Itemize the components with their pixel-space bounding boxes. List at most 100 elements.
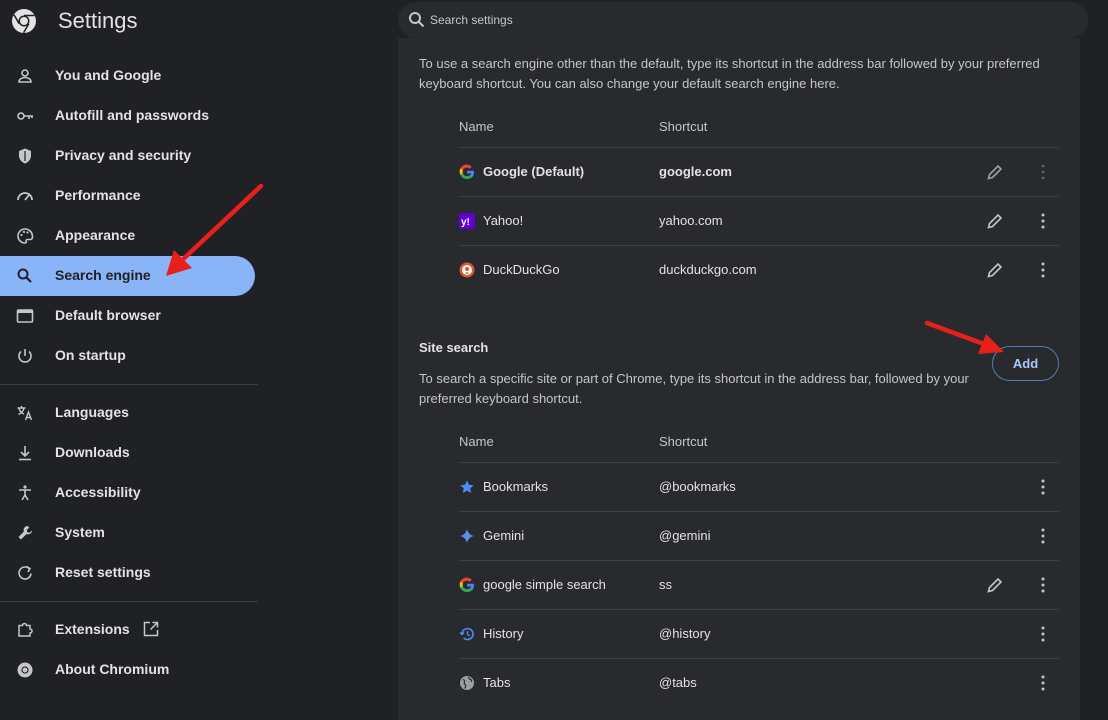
speedometer-icon (16, 187, 34, 205)
translate-icon (16, 404, 34, 422)
power-icon (16, 347, 34, 365)
more-vert-icon[interactable] (1035, 526, 1051, 546)
engine-shortcut: google.com (659, 164, 732, 179)
download-icon (16, 444, 34, 462)
site-search-name: Tabs (483, 675, 511, 690)
sidebar-item-you-and-google[interactable]: You and Google (0, 56, 255, 96)
open-in-new-icon (143, 621, 159, 637)
edit-pencil-icon[interactable] (985, 162, 1005, 182)
sidebar-item-label: Performance (55, 187, 141, 203)
site-search-row: google simple search ss (459, 560, 1059, 609)
search-engine-row: y! Yahoo! yahoo.com (459, 196, 1059, 245)
search-settings-box[interactable] (398, 2, 1088, 38)
sidebar-item-label: About Chromium (55, 661, 170, 677)
reset-icon (16, 564, 34, 582)
more-vert-icon[interactable] (1035, 162, 1051, 182)
sidebar-divider (0, 601, 258, 602)
google-icon (459, 577, 474, 593)
sidebar-item-languages[interactable]: Languages (0, 393, 255, 433)
site-search-row: Tabs @tabs (459, 658, 1059, 707)
sidebar-item-label: Reset settings (55, 564, 151, 580)
sidebar-item-label: Search engine (55, 267, 151, 283)
sidebar-item-label: Default browser (55, 307, 161, 323)
sidebar-item-label: You and Google (55, 67, 162, 83)
engine-name: Yahoo! (483, 213, 524, 228)
site-search-description: To search a specific site or part of Chr… (419, 371, 969, 406)
search-engines-description: To use a search engine other than the de… (419, 56, 1040, 91)
sidebar-item-default-browser[interactable]: Default browser (0, 296, 255, 336)
key-icon (16, 107, 34, 125)
sidebar-item-label: Downloads (55, 444, 130, 460)
sidebar-item-label: Privacy and security (55, 147, 192, 163)
sidebar-item-label: Accessibility (55, 484, 141, 500)
browser-window-icon (16, 307, 34, 325)
sidebar-item-label: On startup (55, 347, 126, 363)
site-search-row: History @history (459, 609, 1059, 658)
site-search-row: Gemini @gemini (459, 511, 1059, 560)
sidebar-item-autofill[interactable]: Autofill and passwords (0, 96, 255, 136)
search-engine-row: Google (Default) google.com (459, 147, 1059, 196)
search-engines-shortcut-header: Shortcut (659, 119, 708, 134)
history-icon (459, 627, 474, 641)
chromium-logo-icon (12, 9, 36, 34)
accessibility-icon (16, 484, 34, 502)
sidebar-item-about[interactable]: About Chromium (0, 650, 255, 690)
more-vert-icon[interactable] (1035, 211, 1051, 231)
search-icon (16, 267, 34, 285)
page-title: Settings (58, 8, 138, 33)
edit-pencil-icon[interactable] (985, 211, 1005, 231)
more-vert-icon[interactable] (1035, 673, 1051, 693)
add-site-search-button[interactable]: Add (992, 346, 1059, 381)
edit-pencil-icon[interactable] (985, 575, 1005, 595)
globe-icon (460, 676, 474, 690)
sidebar-item-performance[interactable]: Performance (0, 176, 255, 216)
sidebar-item-privacy[interactable]: Privacy and security (0, 136, 255, 176)
wrench-icon (16, 524, 34, 542)
more-vert-icon[interactable] (1035, 575, 1051, 595)
chromium-icon (16, 661, 34, 679)
sidebar-item-reset[interactable]: Reset settings (0, 553, 255, 593)
sidebar-item-appearance[interactable]: Appearance (0, 216, 255, 256)
site-search-shortcut: @bookmarks (659, 479, 736, 494)
search-icon (409, 12, 425, 28)
shield-icon (16, 147, 34, 165)
search-engine-panel: To use a search engine other than the de… (398, 38, 1080, 720)
engine-shortcut: duckduckgo.com (659, 262, 757, 277)
sidebar-item-system[interactable]: System (0, 513, 255, 553)
site-search-title: Site search (419, 340, 489, 355)
site-search-row: Bookmarks @bookmarks (459, 462, 1059, 511)
sidebar-item-label: Languages (55, 404, 129, 420)
google-icon (459, 164, 474, 180)
palette-icon (16, 227, 34, 245)
yahoo-icon: y! (459, 213, 475, 229)
puzzle-icon (16, 621, 34, 639)
more-vert-icon[interactable] (1035, 260, 1051, 280)
sidebar-item-label: Appearance (55, 227, 136, 243)
duckduckgo-icon (459, 262, 475, 278)
site-search-shortcut: ss (659, 577, 672, 592)
sidebar-item-accessibility[interactable]: Accessibility (0, 473, 255, 513)
search-engines-name-header: Name (459, 119, 494, 134)
more-vert-icon[interactable] (1035, 624, 1051, 644)
edit-pencil-icon[interactable] (985, 260, 1005, 280)
sidebar-item-extensions[interactable]: Extensions (0, 610, 255, 650)
more-vert-icon[interactable] (1035, 477, 1051, 497)
sidebar-item-downloads[interactable]: Downloads (0, 433, 255, 473)
svg-text:y!: y! (461, 217, 470, 228)
sidebar-item-label: Autofill and passwords (55, 107, 210, 123)
star-icon (460, 480, 474, 493)
sidebar-item-on-startup[interactable]: On startup (0, 336, 255, 376)
sidebar-item-search-engine[interactable]: Search engine (0, 256, 255, 296)
sidebar-item-label: Extensions (55, 621, 130, 637)
search-settings-input[interactable] (430, 10, 1030, 30)
site-search-name: Bookmarks (483, 479, 549, 494)
site-search-name: google simple search (483, 577, 606, 592)
site-search-shortcut: @gemini (659, 528, 711, 543)
search-engine-row: DuckDuckGo duckduckgo.com (459, 245, 1059, 294)
person-icon (16, 67, 34, 85)
sidebar-divider (0, 384, 258, 385)
sidebar-item-label: System (55, 524, 105, 540)
engine-name: Google (Default) (483, 164, 585, 179)
site-search-shortcut: @tabs (659, 675, 697, 690)
engine-shortcut: yahoo.com (659, 213, 723, 228)
